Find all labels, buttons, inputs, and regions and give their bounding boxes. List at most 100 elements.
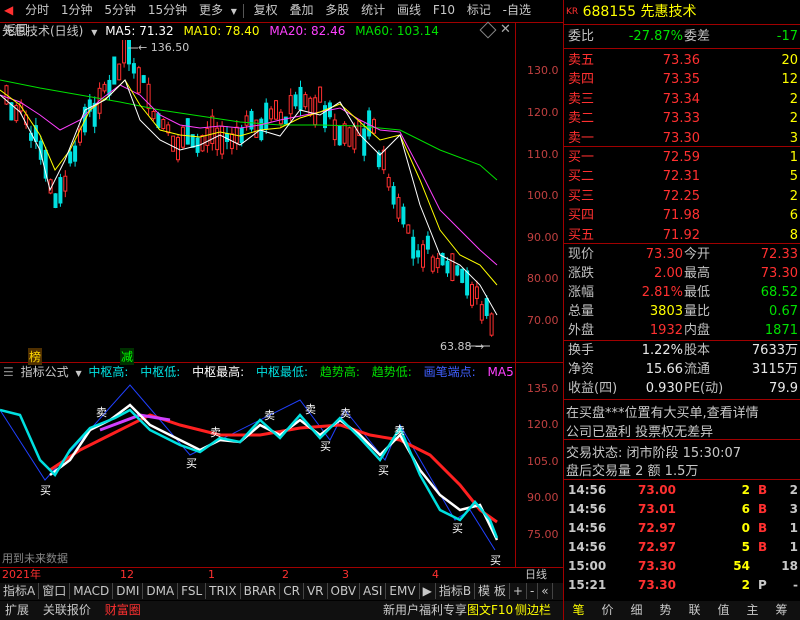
ind-label-qushi-gao: 趋势高: xyxy=(319,365,360,379)
tab-collapse[interactable]: « xyxy=(538,583,553,599)
tab-asi[interactable]: ASI xyxy=(360,583,387,599)
settings-icon[interactable]: ☰ xyxy=(3,365,14,379)
tag-jian[interactable]: 减 xyxy=(120,348,135,365)
level-volume: 6 xyxy=(789,208,798,224)
candle-body xyxy=(63,175,68,192)
tab-chuangkou[interactable]: 窗口 xyxy=(39,583,71,599)
tab-zhibiao-b[interactable]: 指标B xyxy=(436,583,476,599)
tool-zixuan[interactable]: -自选 xyxy=(499,0,535,20)
candlestick-chart[interactable] xyxy=(0,40,515,360)
level-label: 买三 xyxy=(568,188,595,204)
tab-dma[interactable]: DMA xyxy=(143,583,179,599)
tab-guanlian-baojia[interactable]: 关联报价 xyxy=(38,601,96,619)
bid-level-row[interactable]: 买一 72.59 1 xyxy=(566,148,800,167)
chevron-down-icon[interactable]: ▼ xyxy=(75,369,81,378)
indicator-name[interactable]: 指标公式 xyxy=(21,365,69,379)
divider xyxy=(564,340,800,341)
tab-fsl[interactable]: FSL xyxy=(178,583,207,599)
candle-body xyxy=(479,304,484,321)
menu-icon[interactable]: ◀ xyxy=(0,0,17,20)
bid-level-row[interactable]: 买五 71.92 8 xyxy=(566,226,800,245)
nav-tab[interactable]: 值 xyxy=(709,601,738,620)
candle-body xyxy=(455,265,460,276)
stat-label: 收益(四) xyxy=(568,381,618,396)
period-tab-15min[interactable]: 15分钟 xyxy=(144,0,191,20)
tab-dmi[interactable]: DMI xyxy=(113,583,144,599)
nav-tab[interactable]: 势 xyxy=(651,601,680,620)
ask-level-row[interactable]: 卖二 73.33 2 xyxy=(566,109,800,128)
ask-level-row[interactable]: 卖四 73.35 12 xyxy=(566,70,800,89)
tool-duogu[interactable]: 多股 xyxy=(321,0,353,20)
tick-count: 1 xyxy=(789,521,798,535)
ask-level-row[interactable]: 卖五 73.36 20 xyxy=(566,51,800,70)
tick-time: 14:56 xyxy=(568,483,607,497)
period-tab-more[interactable]: 更多 xyxy=(195,0,227,20)
nav-tab[interactable]: 价 xyxy=(593,601,622,620)
tab-kuozhan[interactable]: 扩展 xyxy=(0,601,34,619)
tab-moban[interactable]: 模 板 xyxy=(475,583,510,599)
stat-label: 股本 xyxy=(684,343,711,358)
divider xyxy=(564,479,800,480)
indicator-chart[interactable] xyxy=(0,380,515,565)
tab-cr[interactable]: CR xyxy=(280,583,304,599)
nav-tab[interactable]: 筹 xyxy=(767,601,796,620)
tick-volume: 5 xyxy=(741,540,750,554)
tab-macd[interactable]: MACD xyxy=(70,583,114,599)
chevron-down-icon[interactable]: ▼ xyxy=(91,28,97,37)
bid-level-row[interactable]: 买二 72.31 5 xyxy=(566,167,800,186)
tab-emv[interactable]: EMV xyxy=(386,583,420,599)
period-tab-5min[interactable]: 5分钟 xyxy=(100,0,140,20)
tab-brar[interactable]: BRAR xyxy=(241,583,281,599)
stat-value: 72.33 xyxy=(760,247,798,262)
tool-huaxian[interactable]: 画线 xyxy=(393,0,425,20)
weibi-label: 委比 xyxy=(568,29,595,44)
buy-signal: 买 xyxy=(320,440,331,453)
stat-value: 73.30 xyxy=(645,247,683,262)
candle-body xyxy=(386,177,391,188)
tab-zhibiao-a[interactable]: 指标A xyxy=(0,583,40,599)
bid-level-row[interactable]: 买四 71.98 6 xyxy=(566,206,800,225)
level-volume: 12 xyxy=(781,72,798,88)
nav-tab[interactable]: 细 xyxy=(622,601,651,620)
close-icon[interactable]: ✕ xyxy=(500,22,511,37)
period-tab-1min[interactable]: 1分钟 xyxy=(57,0,97,20)
nav-tab[interactable]: 笔 xyxy=(564,601,593,620)
tag-bang[interactable]: 榜 xyxy=(28,348,43,365)
stat-value: 3803 xyxy=(649,304,683,319)
nav-tab[interactable]: 联 xyxy=(680,601,709,620)
side-panel-toggle[interactable]: 侧边栏 xyxy=(510,601,556,619)
ma5-line xyxy=(0,79,498,316)
tick-price: 73.30 xyxy=(638,578,676,592)
tool-diejia[interactable]: 叠加 xyxy=(285,0,317,20)
period-tab-fenshi[interactable]: 分时 xyxy=(21,0,53,20)
tab-more-icon[interactable]: ▶ xyxy=(420,583,436,599)
tool-fuquan[interactable]: 复权 xyxy=(250,0,282,20)
tick-side: P xyxy=(758,578,767,592)
tick-time: 14:56 xyxy=(568,502,607,516)
stat-row: 外盘 1932 内盘 1871 xyxy=(566,322,800,340)
notice-big-order[interactable]: 在买盘***位置有大买单,查看详情 xyxy=(566,402,759,421)
tab-trix[interactable]: TRIX xyxy=(206,583,241,599)
bid-level-row[interactable]: 买三 72.25 2 xyxy=(566,187,800,206)
tool-biaoji[interactable]: 标记 xyxy=(463,0,495,20)
stat-row: 现价 73.30 今开 72.33 xyxy=(566,246,800,264)
ask-level-row[interactable]: 卖三 73.34 2 xyxy=(566,90,800,109)
tool-f10[interactable]: F10 xyxy=(429,0,459,20)
tool-tongji[interactable]: 统计 xyxy=(357,0,389,20)
divider xyxy=(564,439,800,440)
tab-plus[interactable]: + xyxy=(510,583,527,599)
timeline-month: 3 xyxy=(342,568,349,581)
tab-minus[interactable]: - xyxy=(527,583,539,599)
nav-tab[interactable]: 主 xyxy=(738,601,767,620)
stat-row: 涨幅 2.81% 最低 68.52 xyxy=(566,284,800,302)
chevron-down-icon[interactable]: ▼ xyxy=(231,7,237,16)
candle-body xyxy=(161,119,166,130)
tab-vr[interactable]: VR xyxy=(304,583,328,599)
tick-count: 1 xyxy=(789,540,798,554)
tab-obv[interactable]: OBV xyxy=(328,583,361,599)
tab-caifuquan[interactable]: 财富圈 xyxy=(100,601,146,619)
ask-level-row[interactable]: 卖一 73.30 3 xyxy=(566,129,800,148)
sell-signal: 卖 xyxy=(96,406,107,419)
stat-label: 涨跌 xyxy=(568,266,595,281)
new-user-promo[interactable]: 新用户福利专享 xyxy=(378,601,472,619)
